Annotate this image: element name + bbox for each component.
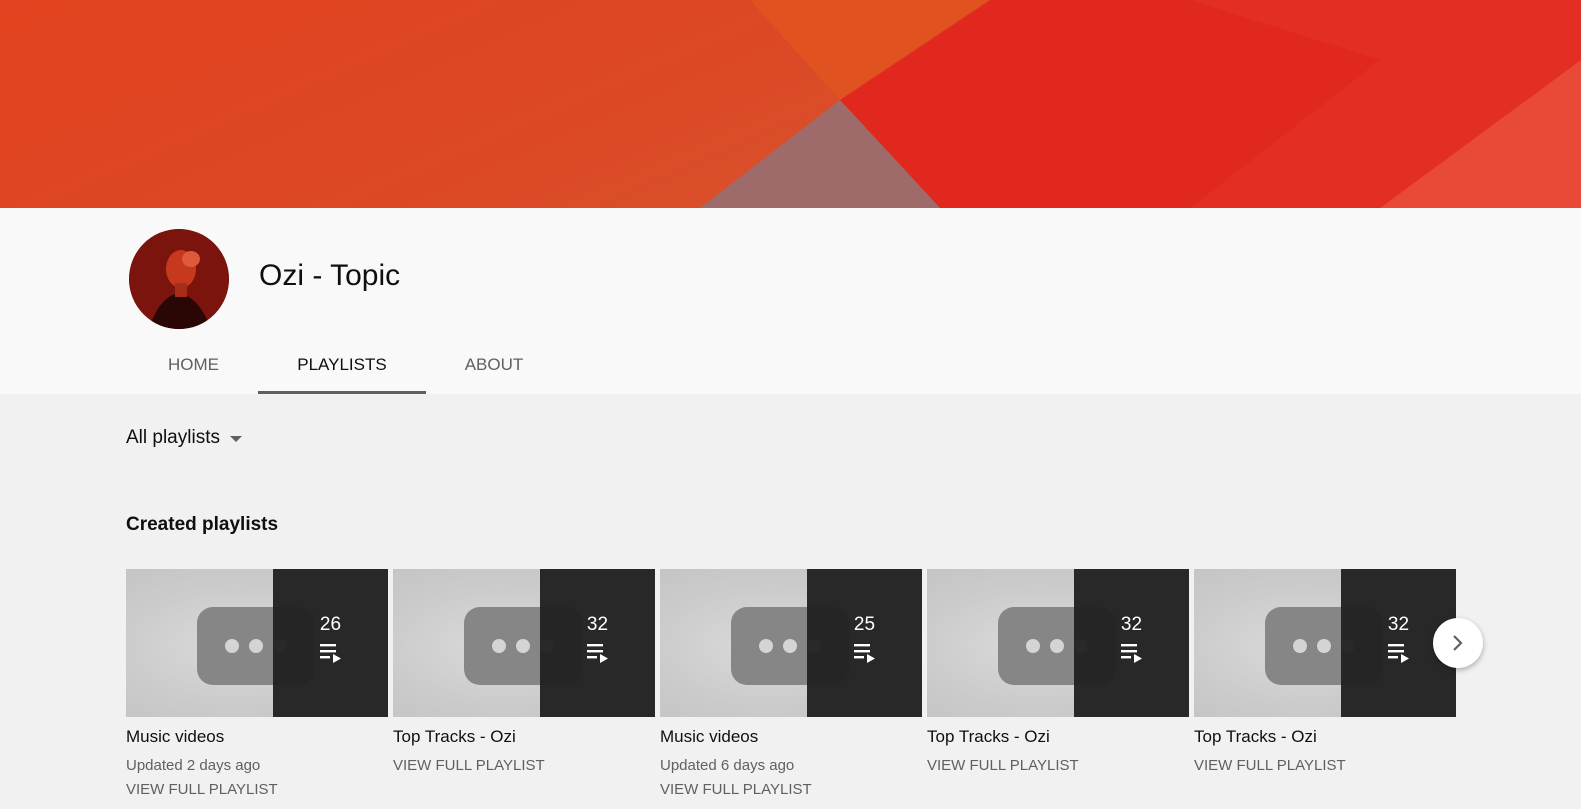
view-full-playlist-link[interactable]: VIEW FULL PLAYLIST bbox=[126, 781, 388, 798]
logo-dot bbox=[249, 639, 263, 653]
logo-dot bbox=[516, 639, 530, 653]
view-full-playlist-link[interactable]: VIEW FULL PLAYLIST bbox=[927, 757, 1189, 774]
video-count: 32 bbox=[586, 614, 609, 635]
playlist-thumbnail[interactable]: 25 bbox=[660, 569, 922, 717]
chevron-right-icon bbox=[1453, 635, 1463, 651]
logo-dot bbox=[225, 639, 239, 653]
playlist-filter-dropdown[interactable]: All playlists bbox=[126, 427, 242, 449]
playlist-thumbnail[interactable]: 32 bbox=[1194, 569, 1456, 717]
playlist-card: 32 Top Tracks - Ozi VIEW FULL PLAYLIST bbox=[927, 569, 1189, 798]
playlist-count-overlay: 25 bbox=[807, 569, 922, 717]
view-full-playlist-link[interactable]: VIEW FULL PLAYLIST bbox=[393, 757, 655, 774]
filter-label: All playlists bbox=[126, 427, 220, 448]
channel-tabs: HOME PLAYLISTS ABOUT bbox=[129, 336, 562, 394]
video-count: 32 bbox=[1387, 614, 1410, 635]
view-full-playlist-link[interactable]: VIEW FULL PLAYLIST bbox=[1194, 757, 1456, 774]
video-count: 25 bbox=[853, 614, 876, 635]
playlist-card: 32 Top Tracks - Ozi VIEW FULL PLAYLIST bbox=[1194, 569, 1456, 798]
logo-dot bbox=[492, 639, 506, 653]
channel-title: Ozi - Topic bbox=[259, 259, 401, 292]
logo-dot bbox=[783, 639, 797, 653]
playlist-play-icon bbox=[1120, 644, 1142, 663]
tab-home[interactable]: HOME bbox=[129, 336, 258, 394]
next-arrow-button[interactable] bbox=[1433, 618, 1483, 668]
section-title: Created playlists bbox=[126, 514, 279, 535]
playlist-title[interactable]: Top Tracks - Ozi bbox=[927, 727, 1189, 747]
playlist-title[interactable]: Music videos bbox=[660, 727, 922, 747]
playlist-title[interactable]: Music videos bbox=[126, 727, 388, 747]
playlist-play-icon bbox=[319, 644, 341, 663]
playlist-thumbnail[interactable]: 32 bbox=[393, 569, 655, 717]
playlist-updated: Updated 6 days ago bbox=[660, 757, 795, 774]
tab-playlists[interactable]: PLAYLISTS bbox=[258, 336, 426, 394]
playlist-count-overlay: 26 bbox=[273, 569, 388, 717]
playlist-card: 25 Music videos Updated 6 days ago VIEW … bbox=[660, 569, 922, 798]
logo-dot bbox=[1293, 639, 1307, 653]
playlist-title[interactable]: Top Tracks - Ozi bbox=[1194, 727, 1456, 747]
logo-dot bbox=[1026, 639, 1040, 653]
playlist-play-icon bbox=[586, 644, 608, 663]
playlist-updated: Updated 2 days ago bbox=[126, 757, 261, 774]
logo-dot bbox=[759, 639, 773, 653]
playlist-thumbnail[interactable]: 32 bbox=[927, 569, 1189, 717]
channel-banner bbox=[0, 0, 1581, 208]
channel-header: Ozi - Topic HOME PLAYLISTS ABOUT bbox=[0, 208, 1581, 394]
playlist-play-icon bbox=[853, 644, 875, 663]
playlist-play-icon bbox=[1387, 644, 1409, 663]
caret-down-icon bbox=[229, 436, 242, 442]
video-count: 26 bbox=[319, 614, 342, 635]
playlist-thumbnail[interactable]: 26 bbox=[126, 569, 388, 717]
logo-dot bbox=[1317, 639, 1331, 653]
playlist-title[interactable]: Top Tracks - Ozi bbox=[393, 727, 655, 747]
playlist-card: 26 Music videos Updated 2 days ago VIEW … bbox=[126, 569, 388, 798]
view-full-playlist-link[interactable]: VIEW FULL PLAYLIST bbox=[660, 781, 922, 798]
playlist-card: 32 Top Tracks - Ozi VIEW FULL PLAYLIST bbox=[393, 569, 655, 798]
playlist-count-overlay: 32 bbox=[540, 569, 655, 717]
tab-about[interactable]: ABOUT bbox=[426, 336, 562, 394]
logo-dot bbox=[1050, 639, 1064, 653]
playlist-shelf: 26 Music videos Updated 2 days ago VIEW … bbox=[126, 569, 1461, 798]
channel-avatar[interactable] bbox=[129, 229, 229, 329]
video-count: 32 bbox=[1120, 614, 1143, 635]
playlist-count-overlay: 32 bbox=[1074, 569, 1189, 717]
